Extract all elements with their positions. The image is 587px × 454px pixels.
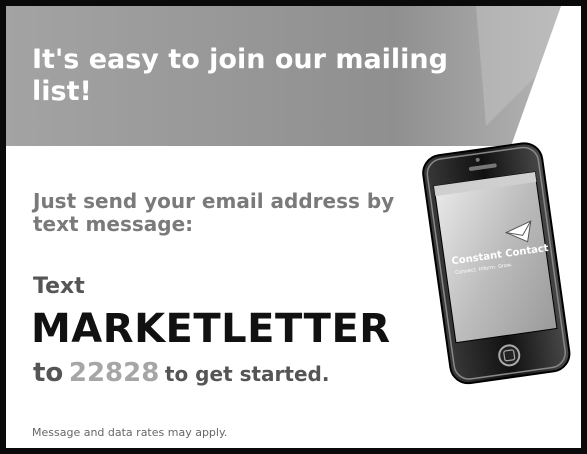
phone-illustration: Constant Contact Connect. Inform. Grow. xyxy=(418,136,578,390)
to-label: to xyxy=(33,358,64,388)
header-banner: It's easy to join our mailing list! xyxy=(6,6,581,146)
disclaimer: Message and data rates may apply. xyxy=(32,426,228,439)
flyer: It's easy to join our mailing list! Just… xyxy=(0,0,587,454)
phone-icon: Constant Contact Connect. Inform. Grow. xyxy=(422,142,571,385)
headline: It's easy to join our mailing list! xyxy=(32,44,448,107)
instruction-text: Just send your email address by text mes… xyxy=(33,189,395,236)
short-code: 22828 xyxy=(68,358,160,388)
text-label: Text xyxy=(33,274,85,299)
keyword: MARKETLETTER xyxy=(31,306,391,352)
get-started-text: to get started. xyxy=(164,362,330,386)
short-code-line: to 22828 to get started. xyxy=(33,358,329,388)
